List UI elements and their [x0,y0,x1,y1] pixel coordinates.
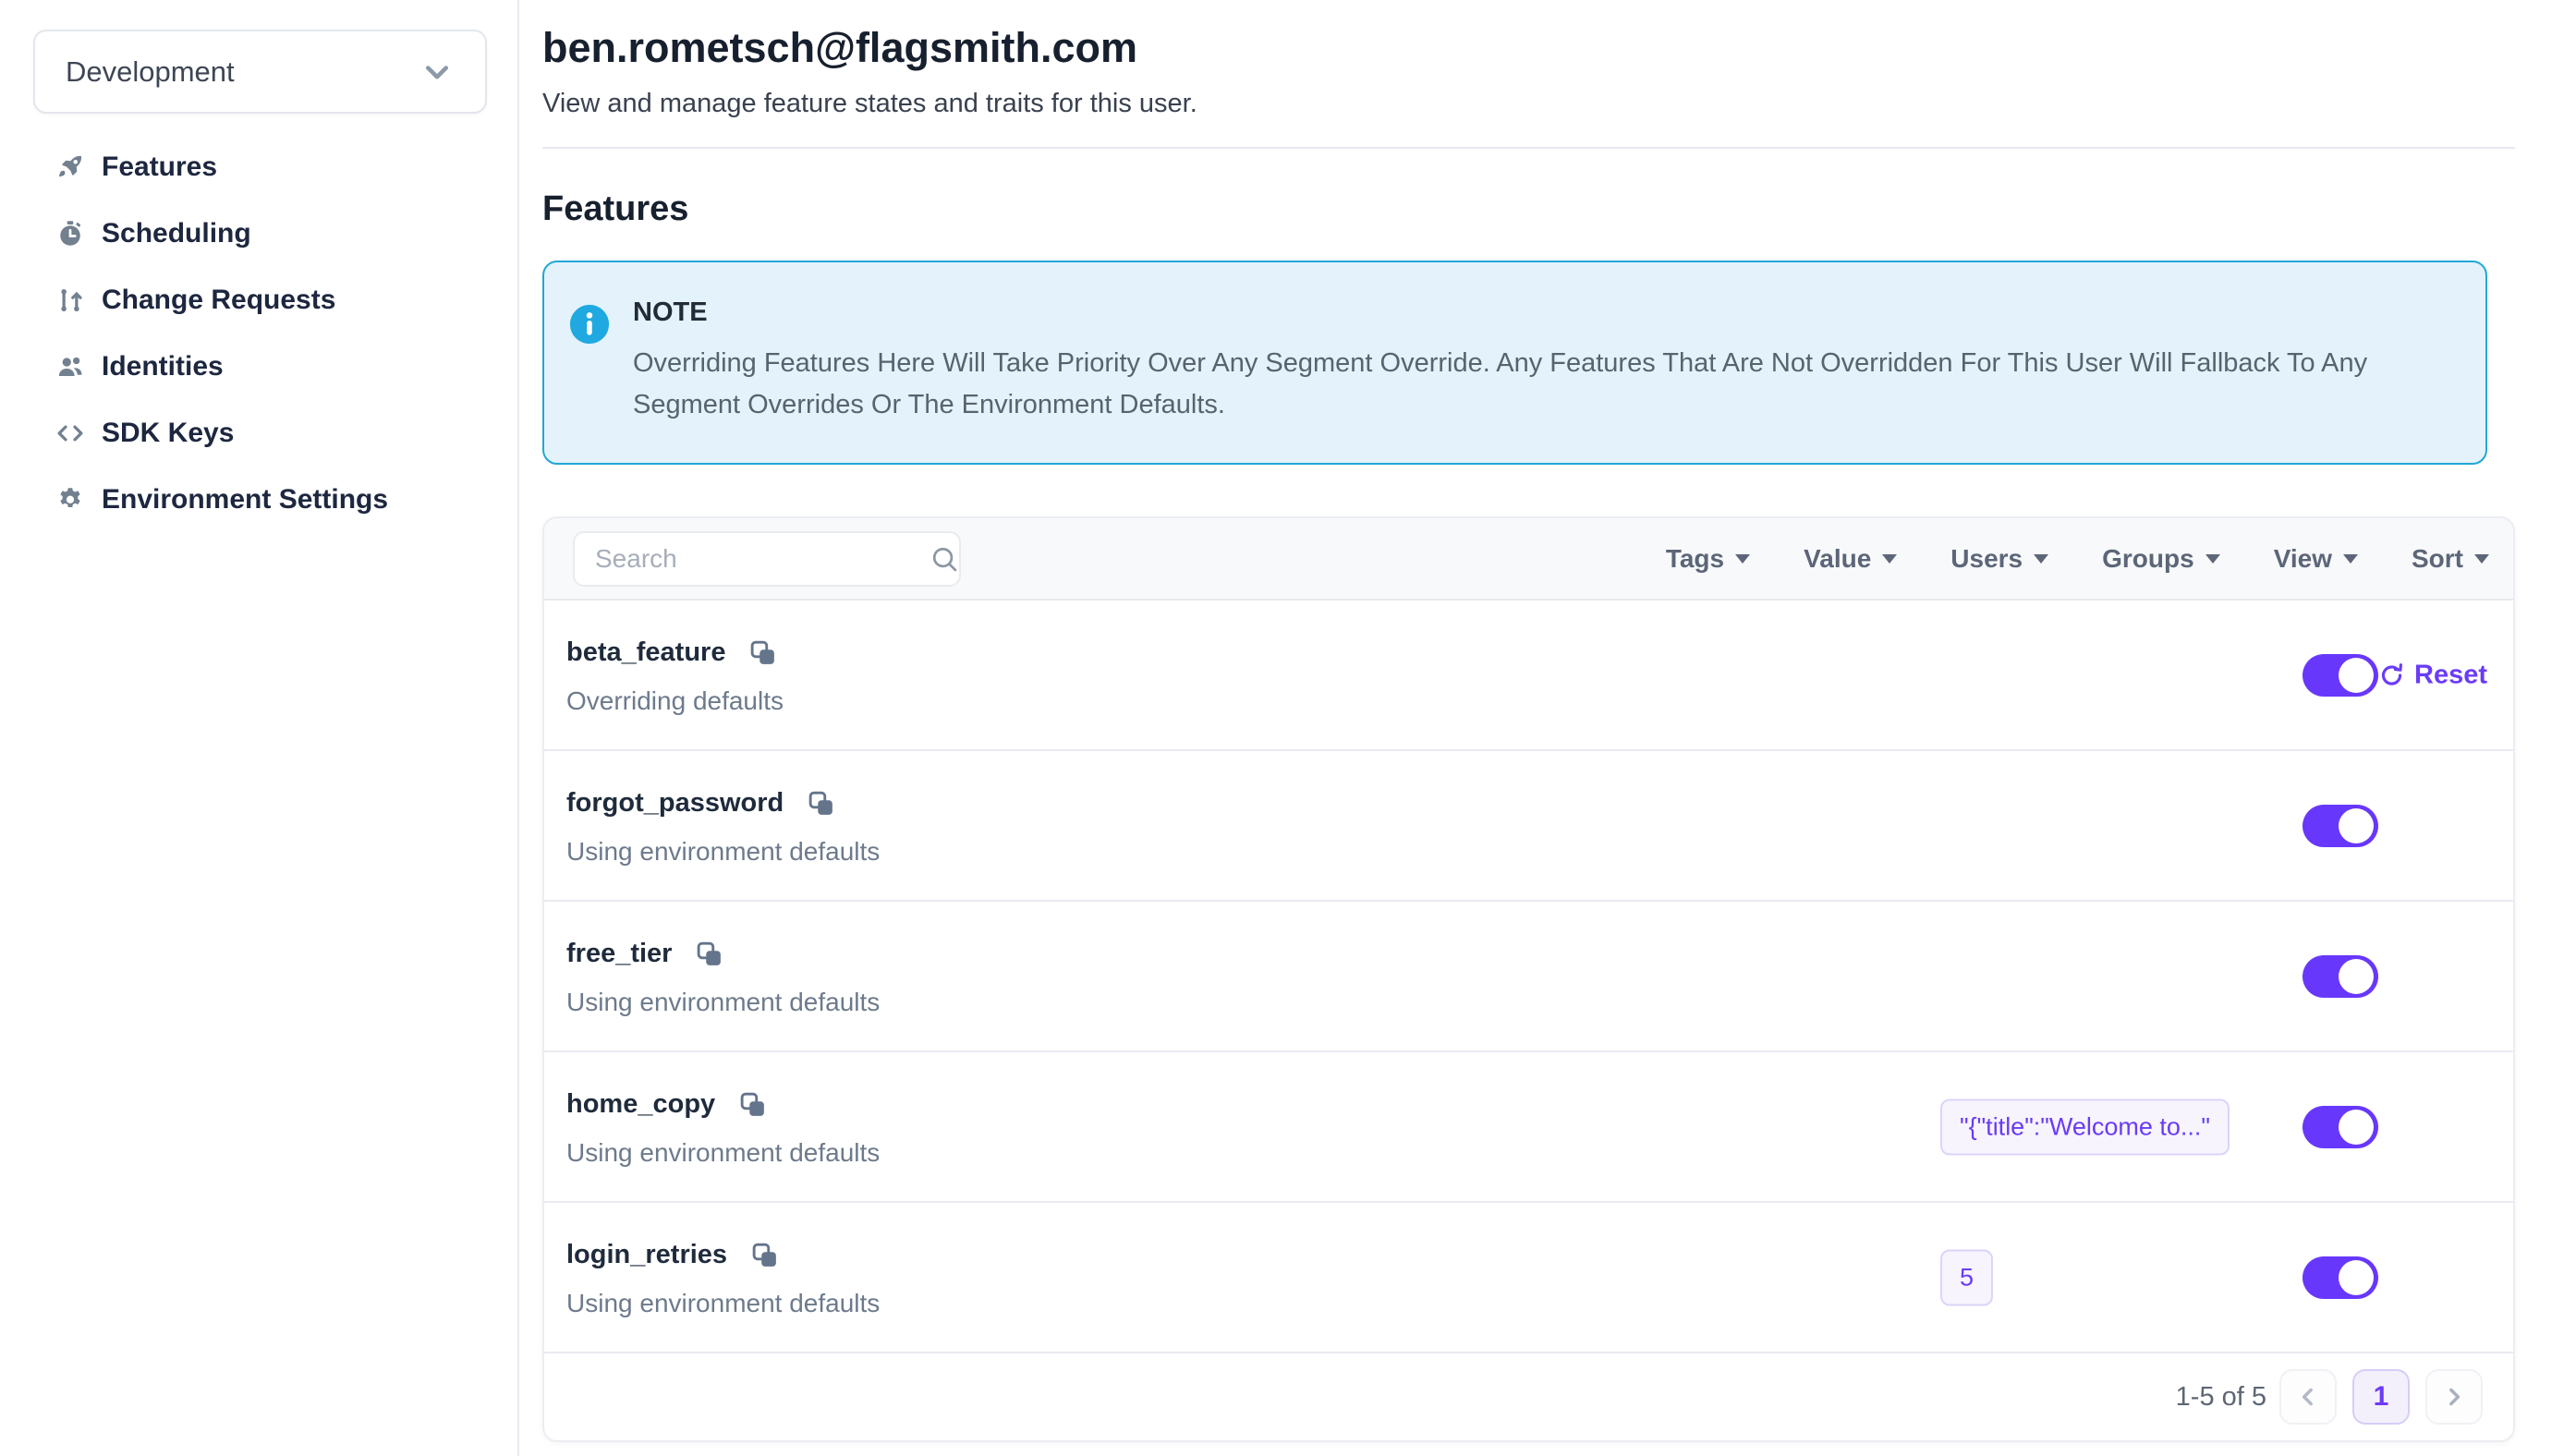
toggle-knob [2339,1110,2374,1145]
feature-toggle[interactable] [2303,1256,2378,1299]
features-toolbar: Tags Value Users Groups View Sort [544,518,2513,601]
search-icon [929,543,960,575]
sidebar-item-label: Scheduling [102,218,251,249]
feature-status: Using environment defaults [566,988,2513,1017]
feature-row[interactable]: home_copy Using environment defaults "{"… [544,1052,2513,1203]
toggle-knob [2339,1260,2374,1295]
feature-toggle[interactable] [2303,654,2378,697]
caret-down-icon [1882,554,1897,564]
feature-name: beta_feature [566,637,725,668]
note-title: NOTE [633,297,2398,328]
feature-row[interactable]: free_tier Using environment defaults [544,902,2513,1052]
caret-down-icon [2205,554,2220,564]
caret-down-icon [2474,554,2489,564]
next-page-button[interactable] [2425,1369,2483,1425]
toggle-knob [2339,658,2374,693]
feature-toggle[interactable] [2303,1106,2378,1148]
filter-groups[interactable]: Groups [2102,544,2220,574]
search-input[interactable] [595,544,929,574]
stopwatch-icon [55,219,85,249]
feature-name: free_tier [566,939,672,969]
reset-label: Reset [2414,660,2487,690]
filter-label: View [2274,544,2332,574]
chevron-right-icon [2440,1383,2468,1411]
filter-label: Groups [2102,544,2194,574]
filter-label: Value [1804,544,1871,574]
sidebar-item-features[interactable]: Features [55,134,517,200]
copy-icon[interactable] [751,1242,779,1269]
filter-bar: Tags Value Users Groups View Sort [1666,544,2489,574]
toggle-knob [2339,959,2374,994]
sidebar-nav: Features Scheduling Change Requests Iden… [0,134,517,533]
feature-toggle[interactable] [2303,805,2378,847]
toggle-knob [2339,808,2374,843]
feature-row[interactable]: beta_feature Overriding defaults Reset [544,601,2513,751]
reset-icon [2378,661,2405,688]
page-subtitle: View and manage feature states and trait… [542,89,2515,119]
page-title: ben.rometsch@flagsmith.com [542,24,2515,72]
caret-down-icon [1735,554,1750,564]
sidebar-item-scheduling[interactable]: Scheduling [55,200,517,267]
note-callout: NOTE Overriding Features Here Will Take … [542,261,2487,465]
feature-name: home_copy [566,1089,715,1120]
filter-value[interactable]: Value [1804,544,1897,574]
note-body: Overriding Features Here Will Take Prior… [633,343,2398,426]
sidebar-item-label: Environment Settings [102,484,388,516]
chevron-left-icon [2294,1383,2322,1411]
feature-name: login_retries [566,1240,727,1270]
features-section-heading: Features [542,189,2515,229]
change-requests-icon [55,285,85,315]
search-box[interactable] [573,531,961,587]
previous-page-button[interactable] [2279,1369,2337,1425]
copy-icon[interactable] [808,790,835,818]
filter-view[interactable]: View [2274,544,2358,574]
filter-users[interactable]: Users [1950,544,2048,574]
environment-sidebar: Development Features Scheduling [0,0,519,1456]
caret-down-icon [2343,554,2358,564]
code-brackets-icon [55,419,85,448]
filter-label: Users [1950,544,2023,574]
rocket-icon [55,152,85,182]
sidebar-item-environment-settings[interactable]: Environment Settings [55,467,517,533]
pagination: 1-5 of 5 1 [544,1353,2513,1440]
sidebar-item-label: SDK Keys [102,418,234,449]
feature-status: Using environment defaults [566,837,2513,867]
sidebar-item-change-requests[interactable]: Change Requests [55,267,517,334]
chevron-down-icon [420,55,454,89]
filter-label: Sort [2412,544,2463,574]
header-divider [542,147,2515,149]
filter-tags[interactable]: Tags [1666,544,1750,574]
copy-icon[interactable] [749,639,777,667]
sidebar-item-label: Identities [102,351,224,382]
feature-status: Overriding defaults [566,686,2513,716]
sidebar-item-label: Features [102,152,217,183]
feature-value-chip[interactable]: 5 [1940,1249,1993,1305]
environment-selector-value: Development [66,55,235,89]
info-icon [568,303,611,346]
feature-status: Using environment defaults [566,1289,2513,1318]
environment-selector[interactable]: Development [33,30,487,114]
sidebar-item-sdk-keys[interactable]: SDK Keys [55,400,517,467]
feature-name: forgot_password [566,788,784,819]
feature-toggle[interactable] [2303,955,2378,998]
copy-icon[interactable] [696,940,723,968]
copy-icon[interactable] [739,1091,767,1119]
caret-down-icon [2034,554,2048,564]
page-1-button[interactable]: 1 [2352,1369,2410,1425]
sidebar-item-label: Change Requests [102,285,335,316]
app-window: Development Features Scheduling [0,0,2576,1456]
filter-sort[interactable]: Sort [2412,544,2489,574]
reset-button[interactable]: Reset [2378,660,2487,690]
main-content: ben.rometsch@flagsmith.com View and mana… [519,0,2576,1456]
gear-icon [55,485,85,515]
features-panel: Tags Value Users Groups View Sort beta_f… [542,516,2515,1442]
pagination-summary: 1-5 of 5 [2176,1382,2266,1413]
people-icon [55,352,85,382]
feature-value-chip[interactable]: "{"title":"Welcome to..." [1940,1098,2230,1155]
feature-row[interactable]: forgot_password Using environment defaul… [544,751,2513,902]
sidebar-item-identities[interactable]: Identities [55,334,517,400]
feature-row[interactable]: login_retries Using environment defaults… [544,1203,2513,1353]
filter-label: Tags [1666,544,1724,574]
